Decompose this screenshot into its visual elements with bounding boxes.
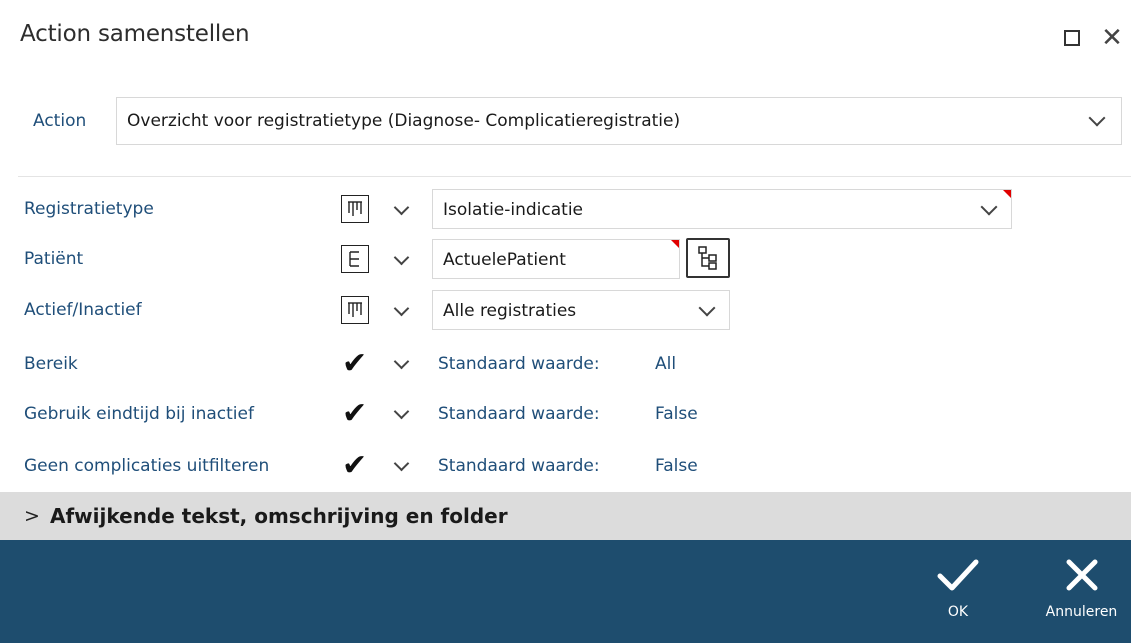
cancel-button[interactable]: Annuleren xyxy=(1034,540,1129,643)
action-select-value: Overzicht voor registratietype (Diagnose… xyxy=(127,111,681,131)
type-dropdown-chevron[interactable] xyxy=(393,353,410,370)
window-title: Action samenstellen xyxy=(20,21,250,47)
ok-button[interactable]: OK xyxy=(928,540,988,643)
maximize-icon xyxy=(1064,30,1080,46)
type-dropdown-chevron[interactable] xyxy=(393,300,410,317)
param-label-registratietype: Registratietype xyxy=(24,199,154,219)
list-icon[interactable] xyxy=(341,296,369,324)
default-value: False xyxy=(655,456,698,476)
section-title: Afwijkende tekst, omschrijving en folder xyxy=(50,504,508,528)
actief-inactief-value: Alle registraties xyxy=(443,301,577,321)
param-label-gebruik-eindtijd: Gebruik eindtijd bij inactief xyxy=(24,404,254,424)
chevron-down-icon xyxy=(698,299,716,317)
type-dropdown-chevron[interactable] xyxy=(393,249,410,266)
close-icon: ✕ xyxy=(1101,23,1123,53)
param-label-geen-complicaties: Geen complicaties uitfilteren xyxy=(24,456,270,476)
required-marker xyxy=(1003,190,1011,198)
cancel-label: Annuleren xyxy=(1045,604,1118,620)
check-icon[interactable]: ✔ xyxy=(342,451,367,481)
default-value-label: Standaard waarde: xyxy=(438,404,600,424)
list-icon[interactable] xyxy=(341,195,369,223)
type-dropdown-chevron[interactable] xyxy=(393,455,410,472)
close-button[interactable]: ✕ xyxy=(1094,18,1130,58)
param-label-actief-inactief: Actief/Inactief xyxy=(24,300,142,320)
title-bar: Action samenstellen ✕ xyxy=(0,0,1131,78)
chevron-down-icon xyxy=(1088,109,1106,127)
action-select[interactable]: Overzicht voor registratietype (Diagnose… xyxy=(116,97,1122,145)
patient-input[interactable]: ActuelePatient xyxy=(432,239,680,279)
chevron-right-icon: > xyxy=(24,505,40,527)
param-label-patient: Patiënt xyxy=(24,249,84,269)
type-dropdown-chevron[interactable] xyxy=(393,403,410,420)
close-icon xyxy=(1064,552,1100,598)
actief-inactief-select[interactable]: Alle registraties xyxy=(432,290,730,330)
divider xyxy=(18,176,1131,177)
type-dropdown-chevron[interactable] xyxy=(393,199,410,216)
registratietype-select[interactable]: Isolatie-indicatie xyxy=(432,189,1012,229)
default-value: All xyxy=(655,354,677,374)
check-icon[interactable]: ✔ xyxy=(342,399,367,429)
ok-label: OK xyxy=(947,604,969,620)
tree-picker-button[interactable] xyxy=(686,238,730,278)
maximize-button[interactable] xyxy=(1054,18,1090,58)
default-value: False xyxy=(655,404,698,424)
patient-value: ActuelePatient xyxy=(443,250,566,270)
action-label: Action xyxy=(33,111,87,131)
dialog-footer: OK Annuleren xyxy=(0,540,1131,643)
param-label-bereik: Bereik xyxy=(24,354,78,374)
default-value-label: Standaard waarde: xyxy=(438,354,600,374)
tree-icon[interactable] xyxy=(341,245,369,273)
checkmark-icon xyxy=(936,552,980,598)
collapsible-section-header[interactable]: > Afwijkende tekst, omschrijving en fold… xyxy=(0,492,1131,540)
chevron-down-icon xyxy=(980,198,998,216)
required-marker xyxy=(671,240,679,248)
default-value-label: Standaard waarde: xyxy=(438,456,600,476)
registratietype-value: Isolatie-indicatie xyxy=(443,200,584,220)
check-icon[interactable]: ✔ xyxy=(342,349,367,379)
